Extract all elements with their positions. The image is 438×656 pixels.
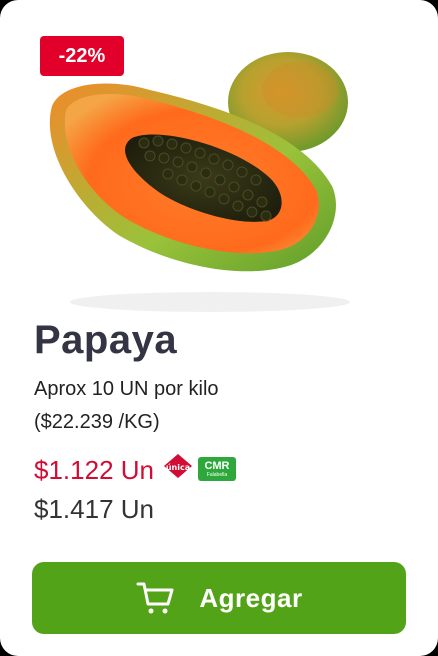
product-title: Papaya [34,318,178,362]
product-card[interactable]: -22% Papaya Aprox 10 UN por kilo ($22.23… [0,0,438,656]
promo-price-row: $1.122 Un única CMR Falabella [34,452,236,488]
papaya-image[interactable] [40,40,400,320]
cmr-logo-text: CMR [204,459,230,472]
product-description: Aprox 10 UN por kilo [34,378,219,400]
add-button-label: Agregar [199,582,303,613]
unica-logo-icon: única [163,454,192,478]
cart-icon [136,582,174,614]
add-to-cart-button[interactable]: Agregar [32,562,406,634]
discount-badge: -22% [40,36,124,76]
regular-price: $1.417 Un [34,494,154,524]
cmr-logo: CMR Falabella [197,457,236,481]
unica-logo-text: única [166,463,190,472]
price-per-kg: ($22.239 /KG) [34,411,160,433]
promo-price: $1.122 Un [34,455,154,485]
payment-brands: única CMR Falabella [160,452,236,484]
cmr-logo-subtext: Falabella [206,471,228,478]
